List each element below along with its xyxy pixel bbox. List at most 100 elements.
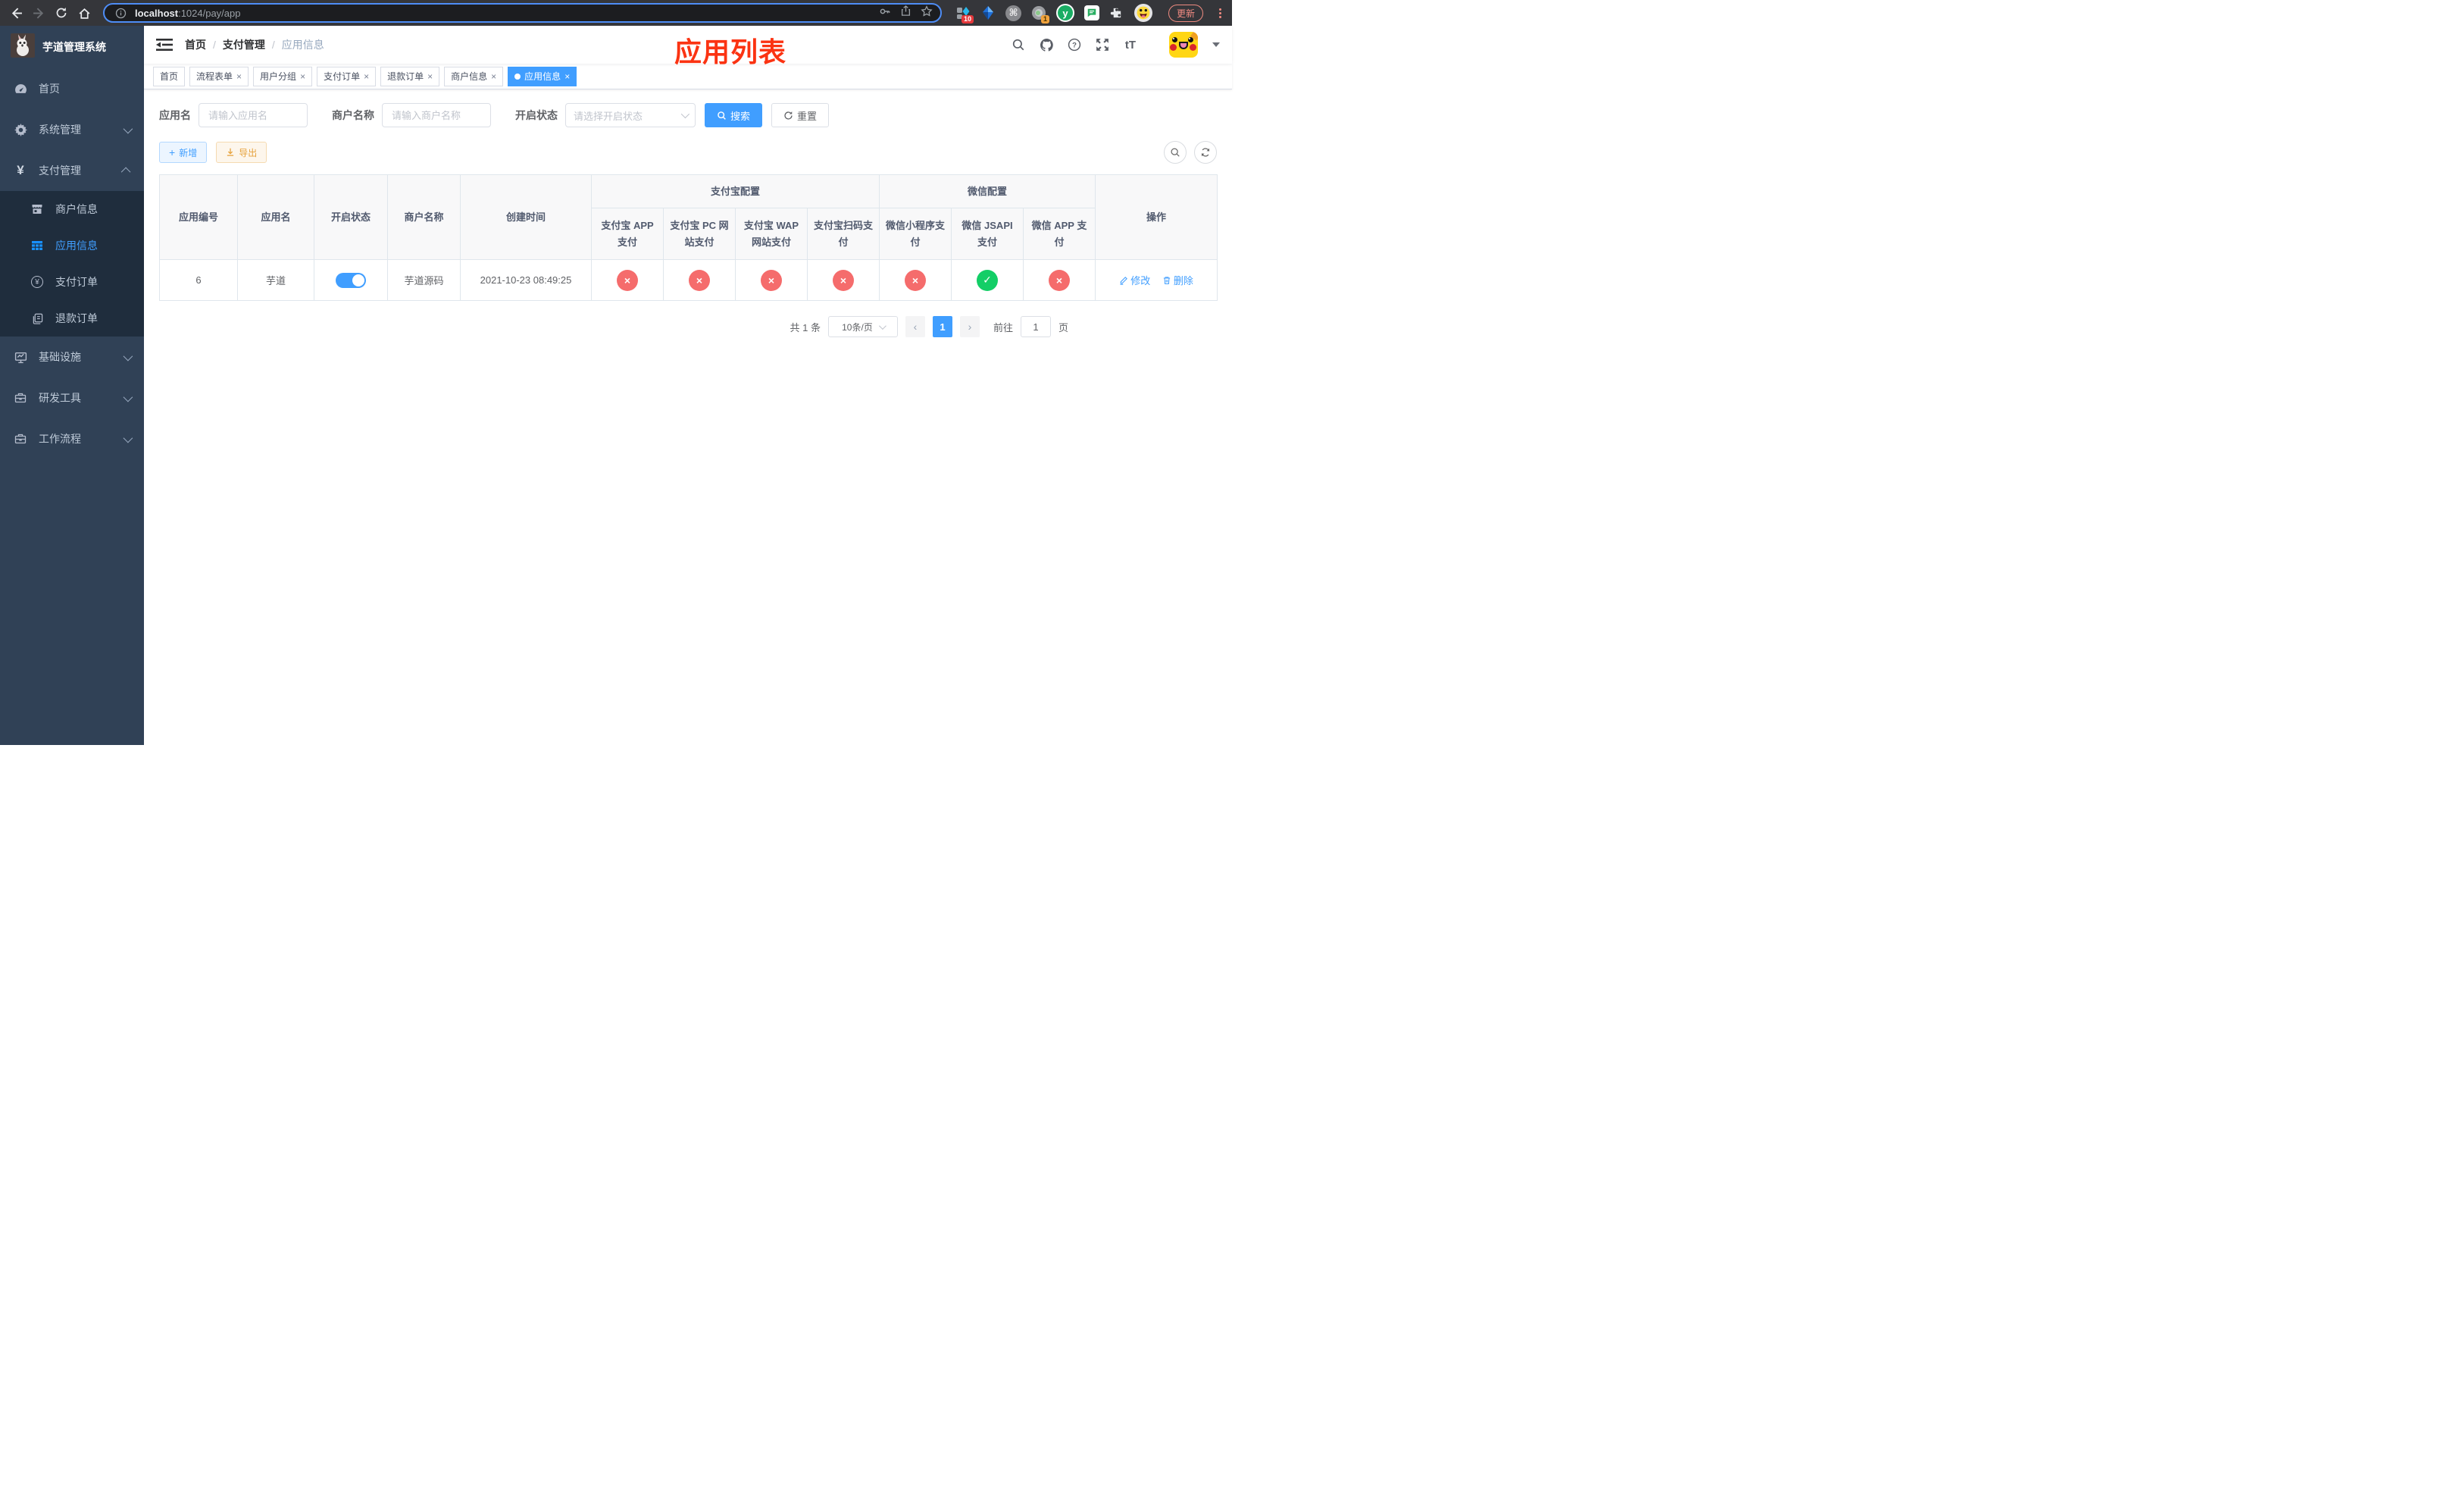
- hide-search-button[interactable]: [1164, 141, 1187, 164]
- ext-kite-icon[interactable]: [980, 5, 996, 20]
- channel-status-icon[interactable]: ×: [617, 269, 638, 291]
- close-icon[interactable]: ×: [300, 71, 305, 82]
- extensions-cluster: 10 ⌘ 1 y 更新: [955, 4, 1224, 23]
- ext-badge: 1: [1040, 15, 1049, 23]
- address-bar[interactable]: localhost:1024/pay/app: [103, 3, 942, 23]
- dashboard-icon: [14, 83, 27, 95]
- export-button[interactable]: 导出: [216, 142, 267, 163]
- status-select[interactable]: 请选择开启状态: [565, 103, 696, 127]
- app-name-label: 应用名: [159, 109, 191, 121]
- ext-puzzle-icon[interactable]: [1109, 5, 1124, 20]
- channel-status-icon[interactable]: ✓: [977, 269, 999, 291]
- sidebar-item-refund-orders[interactable]: 退款订单: [0, 300, 144, 337]
- channel-status-icon[interactable]: ×: [761, 269, 782, 291]
- browser-home-icon[interactable]: [76, 5, 92, 21]
- help-icon[interactable]: ?: [1067, 37, 1082, 52]
- reset-button[interactable]: 重置: [771, 103, 830, 127]
- merchant-name-input[interactable]: [382, 103, 491, 127]
- tab-merchant-info[interactable]: 商户信息 ×: [444, 66, 504, 86]
- ext-y-circle-icon[interactable]: y: [1055, 4, 1074, 22]
- sidebar-item-home[interactable]: 首页: [0, 68, 144, 109]
- sidebar-toggle-icon[interactable]: [156, 37, 173, 52]
- ext-chat-icon[interactable]: [1083, 5, 1099, 20]
- header-search-icon[interactable]: [1011, 37, 1026, 52]
- bookmark-star-icon[interactable]: [921, 5, 933, 21]
- app-name-input[interactable]: [199, 103, 308, 127]
- sidebar-item-system[interactable]: 系统管理: [0, 109, 144, 150]
- browser-reload-icon[interactable]: [53, 5, 70, 21]
- close-icon[interactable]: ×: [427, 71, 433, 82]
- ext-blocks-icon[interactable]: 10: [955, 5, 974, 23]
- tab-refund-orders[interactable]: 退款订单 ×: [380, 66, 440, 86]
- search-button[interactable]: 搜索: [705, 103, 763, 127]
- page-number-1[interactable]: 1: [932, 316, 952, 337]
- password-key-icon[interactable]: [879, 5, 891, 21]
- breadcrumb-home[interactable]: 首页: [185, 37, 206, 52]
- chevron-down-icon: [123, 433, 133, 443]
- fullscreen-icon[interactable]: [1095, 37, 1110, 52]
- breadcrumb-current: 应用信息: [281, 39, 324, 51]
- sidebar-item-merchant-info[interactable]: 商户信息: [0, 191, 144, 227]
- cell-created: 2021-10-23 08:49:25: [460, 259, 592, 301]
- delete-button[interactable]: 删除: [1162, 273, 1193, 287]
- prev-page-button[interactable]: ‹: [905, 316, 925, 337]
- browser-update-button[interactable]: 更新: [1168, 4, 1203, 22]
- browser-menu-icon[interactable]: [1219, 8, 1221, 18]
- edit-button[interactable]: 修改: [1119, 273, 1150, 287]
- enable-switch[interactable]: [336, 272, 366, 288]
- sidebar-item-workflow[interactable]: 工作流程: [0, 418, 144, 459]
- font-size-icon[interactable]: tT: [1123, 37, 1138, 52]
- channel-status-icon[interactable]: ×: [1049, 269, 1071, 291]
- share-icon[interactable]: [900, 5, 911, 20]
- close-icon[interactable]: ×: [564, 71, 570, 82]
- logo-row[interactable]: 芋道管理系统: [0, 26, 144, 68]
- avatar-caret-icon[interactable]: [1212, 42, 1220, 47]
- pagination: 共 1 条 10条/页 ‹ 1 › 前往 页: [159, 316, 1068, 337]
- channel-status-icon[interactable]: ×: [833, 269, 854, 291]
- app-title: 芋道管理系统: [42, 41, 106, 53]
- site-info-icon[interactable]: [112, 5, 129, 21]
- sidebar-item-app-info[interactable]: 应用信息: [0, 227, 144, 264]
- ext-badge: 10: [961, 15, 974, 23]
- browser-forward-icon[interactable]: [30, 5, 47, 21]
- ext-command-icon[interactable]: ⌘: [1005, 5, 1021, 21]
- goto-page-input[interactable]: [1020, 316, 1051, 337]
- url-text[interactable]: localhost:1024/pay/app: [135, 8, 873, 19]
- sidebar-item-dev-tools[interactable]: 研发工具: [0, 377, 144, 418]
- download-icon: [227, 148, 234, 156]
- browser-back-icon[interactable]: [8, 5, 24, 21]
- tab-app-info[interactable]: 应用信息 ×: [508, 66, 577, 86]
- sidebar-item-payment[interactable]: ¥ 支付管理: [0, 150, 144, 191]
- page-size-select[interactable]: 10条/页: [827, 316, 898, 337]
- user-avatar[interactable]: [1169, 32, 1198, 58]
- sidebar-item-pay-orders[interactable]: ¥ 支付订单: [0, 264, 144, 300]
- refresh-table-button[interactable]: [1194, 141, 1217, 164]
- close-icon[interactable]: ×: [491, 71, 496, 82]
- close-icon[interactable]: ×: [236, 71, 242, 82]
- search-icon: [718, 111, 726, 120]
- status-label: 开启状态: [515, 109, 558, 121]
- close-icon[interactable]: ×: [364, 71, 369, 82]
- channel-status-icon[interactable]: ×: [689, 269, 710, 291]
- top-navbar: 首页 / 支付管理 / 应用信息 应用列表 ? tT: [144, 26, 1232, 67]
- refresh-icon: [1201, 148, 1210, 157]
- col-alipay-wap: 支付宝 WAP 网站支付: [735, 208, 808, 260]
- next-page-button[interactable]: ›: [959, 316, 980, 337]
- ext-emoji-icon[interactable]: [1134, 4, 1152, 22]
- col-app-name: 应用名: [237, 174, 314, 260]
- search-form: 应用名 商户名称 开启状态 请选择开启状态 搜索 重置: [159, 103, 1217, 127]
- breadcrumb-payment[interactable]: 支付管理: [223, 37, 265, 52]
- goto-label: 前往: [993, 321, 1013, 333]
- tab-user-group[interactable]: 用户分组 ×: [253, 66, 313, 86]
- github-icon[interactable]: [1039, 37, 1054, 52]
- tab-pay-orders[interactable]: 支付订单 ×: [317, 66, 377, 86]
- chevron-down-icon: [123, 124, 133, 133]
- add-button[interactable]: + 新增: [159, 142, 208, 163]
- ext-lens-icon[interactable]: 1: [1031, 5, 1049, 23]
- sidebar-item-infrastructure[interactable]: 基础设施: [0, 337, 144, 377]
- tab-process-form[interactable]: 流程表单 ×: [189, 66, 249, 86]
- merchant-name-label: 商户名称: [332, 109, 374, 121]
- tab-home[interactable]: 首页: [153, 66, 186, 86]
- channel-status-icon[interactable]: ×: [905, 269, 927, 291]
- col-merchant: 商户名称: [387, 174, 461, 260]
